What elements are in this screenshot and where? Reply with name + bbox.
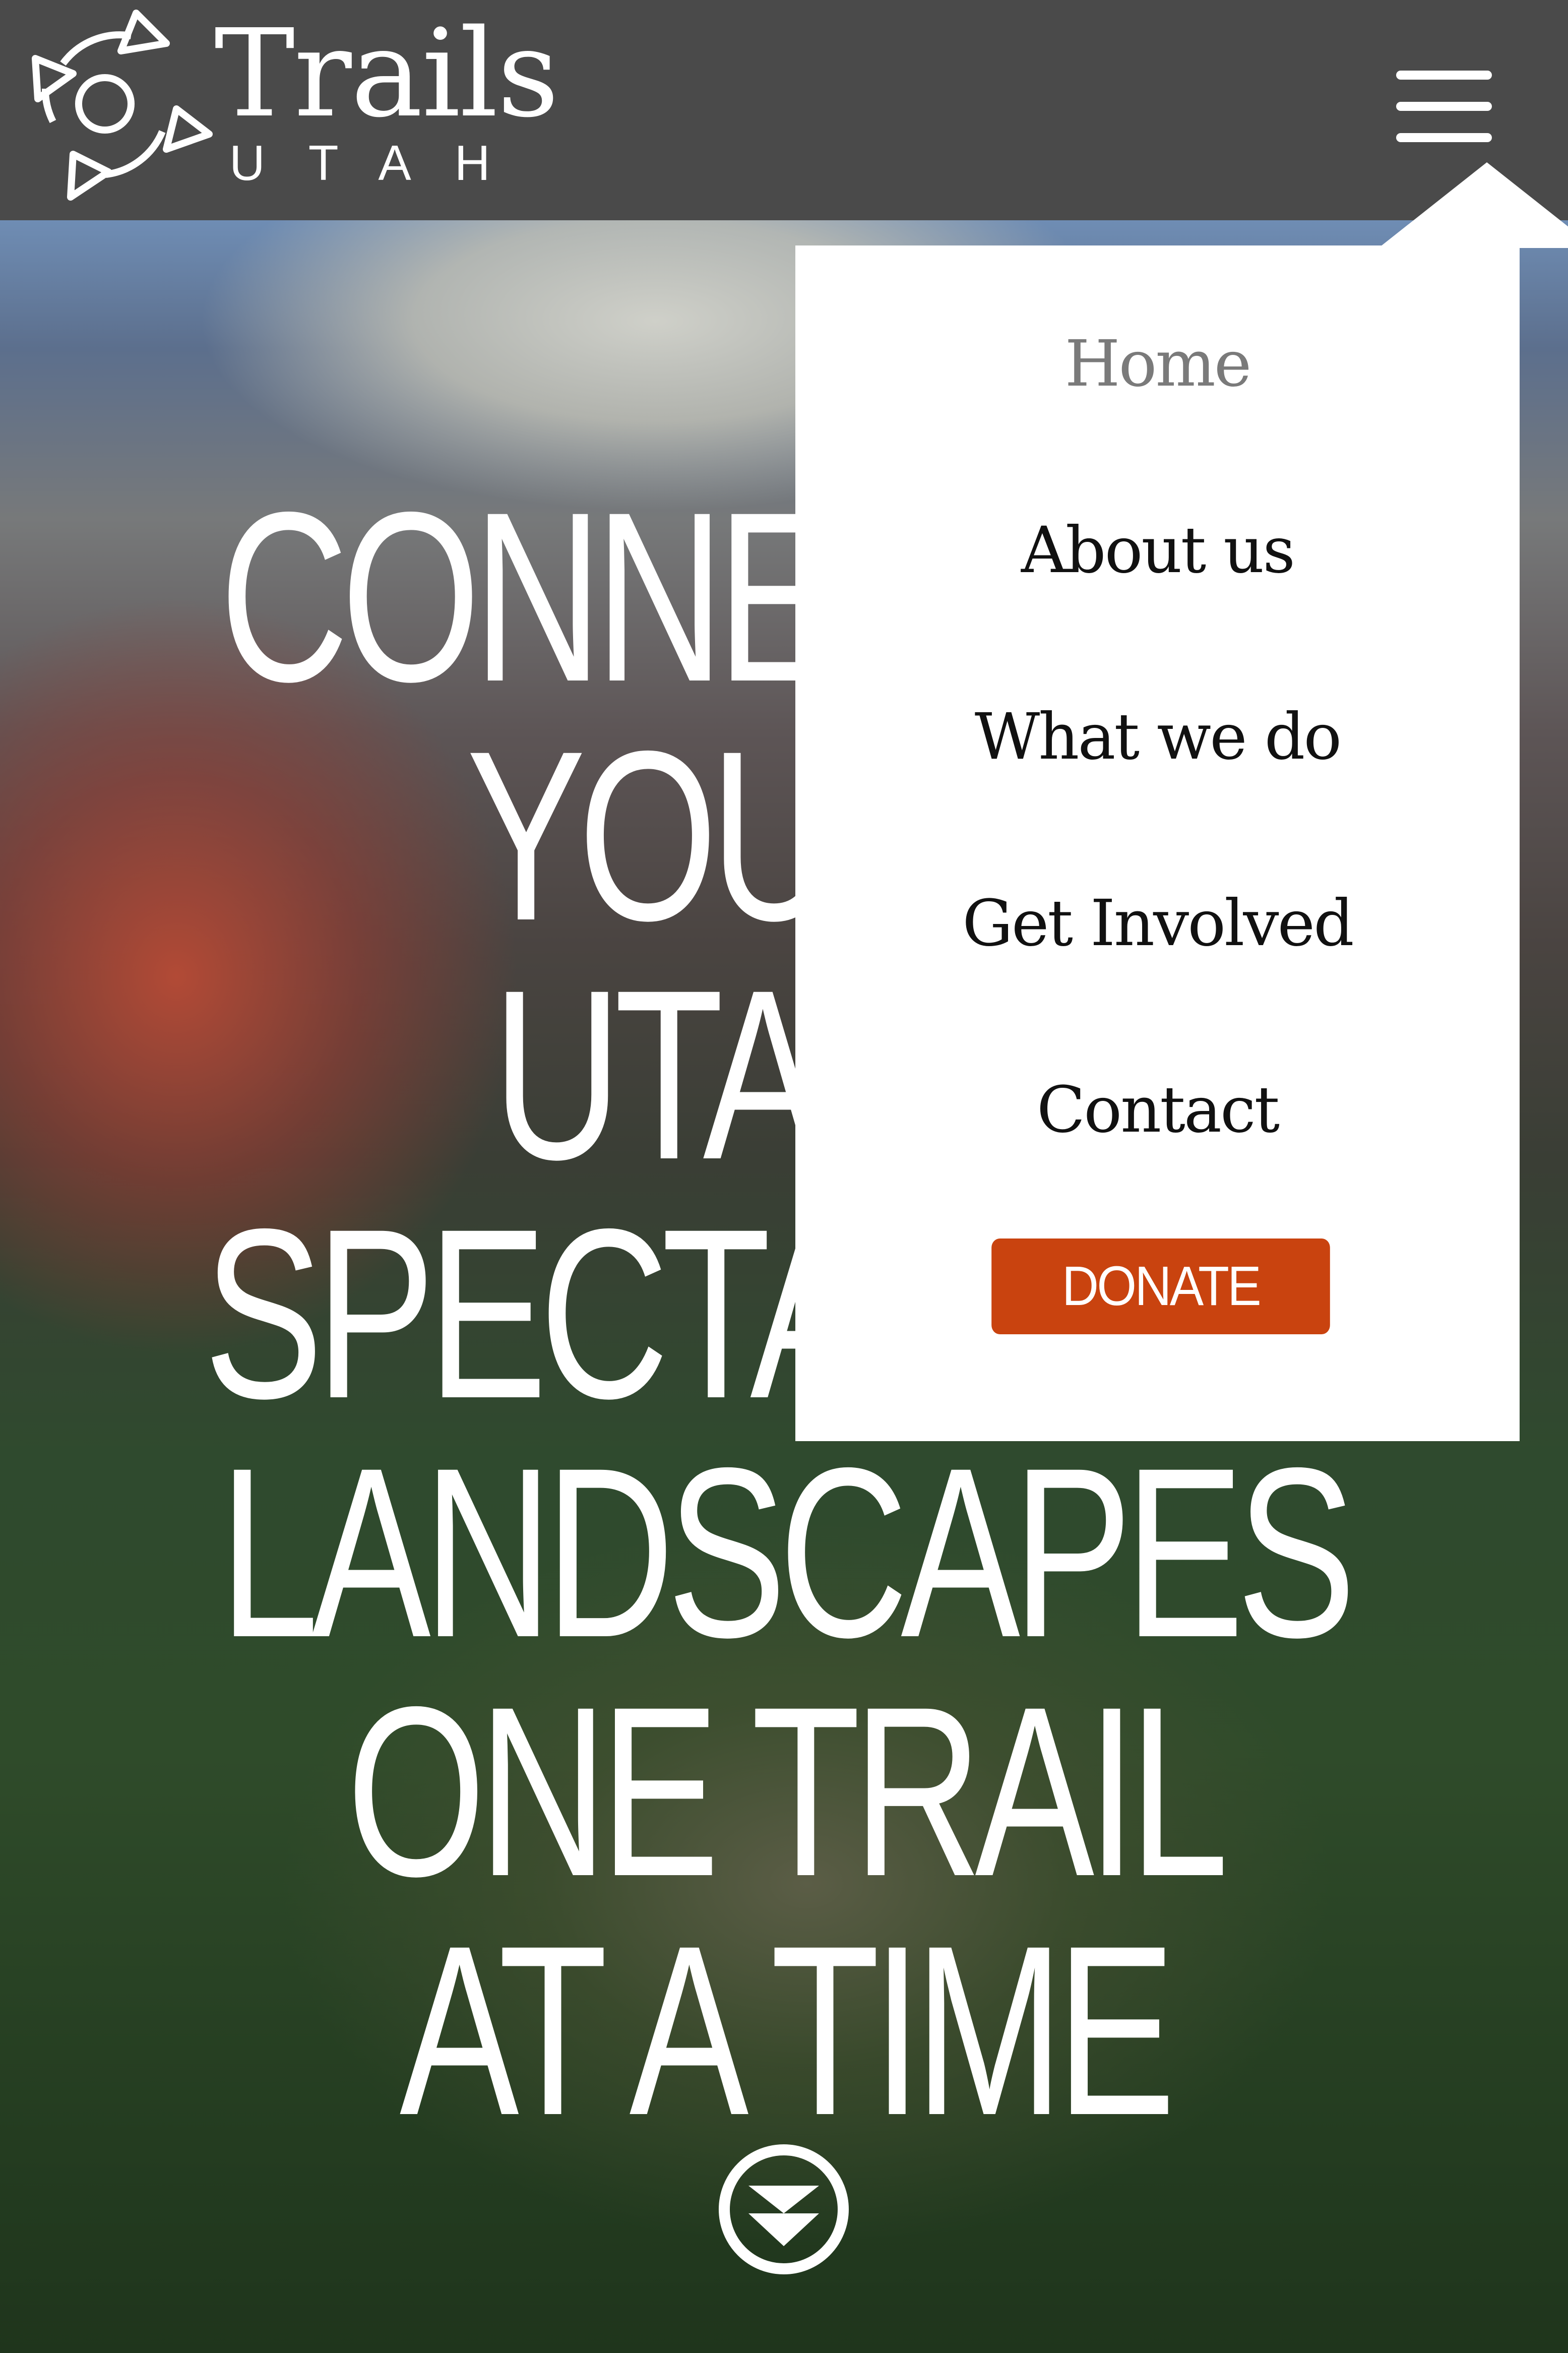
- nav-item-what-we-do[interactable]: What we do: [795, 699, 1520, 775]
- nav-item-get-involved[interactable]: Get Involved: [795, 886, 1520, 961]
- logo-subtitle: UTAH: [229, 135, 534, 191]
- logo-wordmark: Trails: [214, 3, 559, 144]
- nav-dropdown: Home About us What we do Get Involved Co…: [795, 245, 1520, 1441]
- nav-item-home[interactable]: Home: [795, 326, 1520, 402]
- hamburger-menu-button[interactable]: [1391, 66, 1499, 149]
- site-header: Trails UTAH: [0, 0, 1568, 220]
- site-logo[interactable]: Trails UTAH: [15, 3, 559, 215]
- donate-button[interactable]: DONATE: [991, 1239, 1330, 1334]
- hero-line: ONE TRAIL: [346, 1656, 1229, 1927]
- menu-pointer: [1378, 162, 1568, 248]
- nav-item-about-us[interactable]: About us: [795, 513, 1520, 588]
- hero-line: LANDSCAPES: [219, 1417, 1356, 1688]
- scroll-down-icon[interactable]: [717, 2143, 851, 2276]
- hamburger-bar: [1396, 71, 1492, 80]
- trails-utah-logo-icon: [32, 10, 213, 201]
- hero-line: AT A TIME: [399, 1895, 1176, 2165]
- nav-item-contact[interactable]: Contact: [795, 1072, 1520, 1148]
- hamburger-bar: [1396, 133, 1492, 142]
- hamburger-bar: [1396, 102, 1492, 111]
